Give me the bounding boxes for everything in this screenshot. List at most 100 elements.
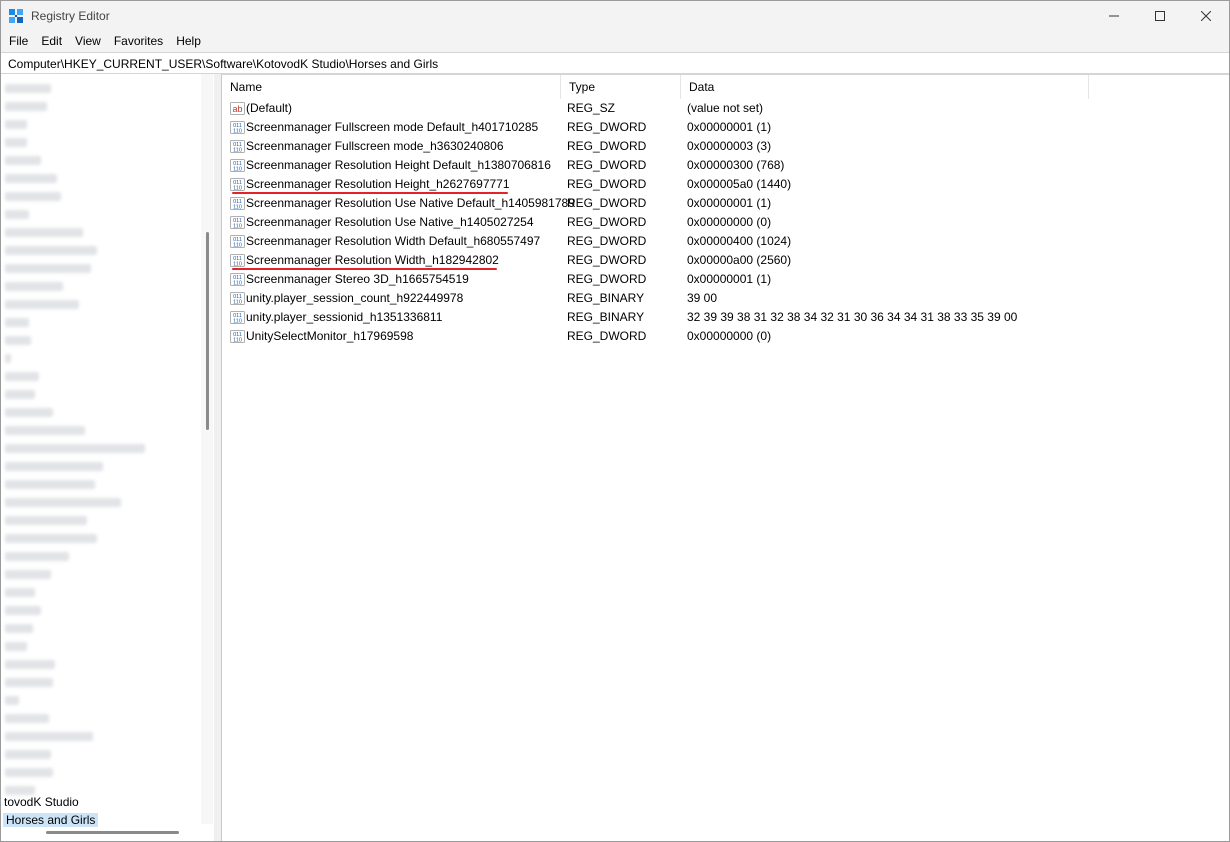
menu-file[interactable]: File [1,31,33,51]
menu-view[interactable]: View [67,31,106,51]
value-data: 0x00000000 (0) [687,329,772,343]
tree-vertical-scrollbar[interactable] [201,74,213,824]
table-row[interactable]: 011 110 Screenmanager Fullscreen mode_h363… [222,137,1222,156]
menu-edit[interactable]: Edit [33,31,67,51]
tree-item-redacted[interactable] [5,228,83,237]
tree-item-redacted[interactable] [5,408,53,417]
tree-item-redacted[interactable] [5,426,85,435]
value-data: 0x00000001 (1) [687,272,772,286]
title-bar[interactable]: Registry Editor [1,1,1229,31]
tree-item-redacted[interactable] [5,588,35,597]
column-header-data[interactable]: Data [681,75,1089,99]
tree-item-redacted[interactable] [5,786,35,795]
svg-text:110: 110 [233,281,242,287]
address-path[interactable]: Computer\HKEY_CURRENT_USER\Software\Koto… [8,57,438,71]
menu-help[interactable]: Help [168,31,206,51]
table-row[interactable]: 011 110 Screenmanager Fullscreen mode Defa… [222,118,1222,137]
tree-item-redacted[interactable] [5,336,31,345]
menu-favorites[interactable]: Favorites [106,31,168,51]
maximize-button[interactable] [1137,1,1183,31]
value-name[interactable]: Screenmanager Fullscreen mode Default_h4… [246,118,538,137]
column-header-type[interactable]: Type [561,75,681,99]
value-name[interactable]: unity.player_session_count_h922449978 [246,289,463,308]
value-data: 0x00000000 (0) [687,215,772,229]
tree-item-redacted[interactable] [5,552,69,561]
table-row[interactable]: 011 110 Screenmanager Resolution Width Def… [222,232,1222,251]
value-name[interactable]: Screenmanager Resolution Height Default_… [246,156,551,175]
tree-item-redacted[interactable] [5,444,145,453]
value-name[interactable]: Screenmanager Resolution Use Native_h140… [246,213,534,232]
tree-item-redacted[interactable] [5,264,91,273]
value-name[interactable]: Screenmanager Resolution Width Default_h… [246,232,540,251]
value-name[interactable]: Screenmanager Resolution Use Native Defa… [246,194,575,213]
tree-item-redacted[interactable] [5,390,35,399]
value-type: REG_DWORD [567,234,647,248]
tree-item-redacted[interactable] [5,120,27,129]
tree-item-redacted[interactable] [5,732,93,741]
table-row[interactable]: 011 110 unity.player_session_count_h922449… [222,289,1222,308]
svg-text:110: 110 [233,319,242,325]
tree-item-redacted[interactable] [5,282,63,291]
tree-item-redacted[interactable] [5,534,97,543]
tree-item-redacted[interactable] [5,174,57,183]
registry-tree-pane[interactable]: tovodK Studio Horses and Girls [1,74,214,841]
tree-item-redacted[interactable] [5,606,41,615]
values-list-pane: Name Type Data ab (Default) REG_SZ (value n… [221,74,1229,841]
value-data: 0x00000001 (1) [687,120,772,134]
tree-horizontal-scroll-thumb[interactable] [46,831,179,834]
tree-item-redacted[interactable] [5,210,29,219]
value-data: 0x00000003 (3) [687,139,772,153]
tree-item-kotovodk-studio[interactable]: tovodK Studio [4,795,79,809]
table-row[interactable]: 011 110 Screenmanager Resolution Use Nativ… [222,213,1222,232]
value-data: 39 00 [687,291,718,305]
tree-item-redacted[interactable] [5,246,97,255]
table-row[interactable]: 011 110 Screenmanager Resolution Use Nativ… [222,194,1222,213]
tree-item-redacted[interactable] [5,138,27,147]
svg-text:110: 110 [233,338,242,344]
tree-item-redacted[interactable] [5,750,51,759]
close-button[interactable] [1183,1,1229,31]
binary-value-icon: 011 110 [230,215,245,230]
tree-item-redacted[interactable] [5,714,49,723]
tree-item-redacted[interactable] [5,480,95,489]
tree-item-redacted[interactable] [5,318,29,327]
svg-text:110: 110 [233,262,242,268]
table-row[interactable]: 011 110 Screenmanager Stereo 3D_h166575451… [222,270,1222,289]
minimize-button[interactable] [1091,1,1137,31]
registry-editor-window: Registry Editor File Edit View Favorites… [0,0,1230,842]
tree-item-redacted[interactable] [5,624,33,633]
value-name[interactable]: (Default) [246,99,292,118]
tree-item-redacted[interactable] [5,84,51,93]
tree-item-redacted[interactable] [5,300,79,309]
tree-item-redacted[interactable] [5,570,51,579]
value-name[interactable]: Screenmanager Fullscreen mode_h363024080… [246,137,504,156]
value-name[interactable]: UnitySelectMonitor_h17969598 [246,327,413,346]
tree-vertical-scroll-thumb[interactable] [206,232,209,430]
tree-item-redacted[interactable] [5,516,87,525]
table-row[interactable]: 011 110 unity.player_sessionid_h1351336811… [222,308,1222,327]
menu-bar: File Edit View Favorites Help [1,31,1229,51]
column-header-name[interactable]: Name [222,75,561,99]
table-row[interactable]: ab (Default) REG_SZ (value not set) [222,99,1222,118]
address-bar[interactable]: Computer\HKEY_CURRENT_USER\Software\Koto… [1,52,1229,74]
tree-item-redacted[interactable] [5,192,61,201]
tree-item-redacted[interactable] [5,678,53,687]
value-name[interactable]: Screenmanager Stereo 3D_h1665754519 [246,270,469,289]
tree-item-redacted[interactable] [5,372,39,381]
value-type: REG_BINARY [567,310,645,324]
tree-item-redacted[interactable] [5,102,47,111]
tree-item-redacted[interactable] [5,462,103,471]
tree-item-redacted[interactable] [5,642,27,651]
binary-value-icon: 011 110 [230,120,245,135]
tree-item-redacted[interactable] [5,696,19,705]
tree-item-redacted[interactable] [5,498,121,507]
tree-item-redacted[interactable] [5,354,11,363]
tree-item-horses-and-girls[interactable]: Horses and Girls [3,813,99,827]
tree-item-redacted[interactable] [5,660,55,669]
table-row[interactable]: 011 110 UnitySelectMonitor_h17969598 REG_DW… [222,327,1222,346]
value-name[interactable]: unity.player_sessionid_h1351336811 [246,308,442,327]
tree-item-redacted[interactable] [5,768,53,777]
pane-splitter[interactable] [214,74,221,841]
table-row[interactable]: 011 110 Screenmanager Resolution Height De… [222,156,1222,175]
tree-item-redacted[interactable] [5,156,41,165]
